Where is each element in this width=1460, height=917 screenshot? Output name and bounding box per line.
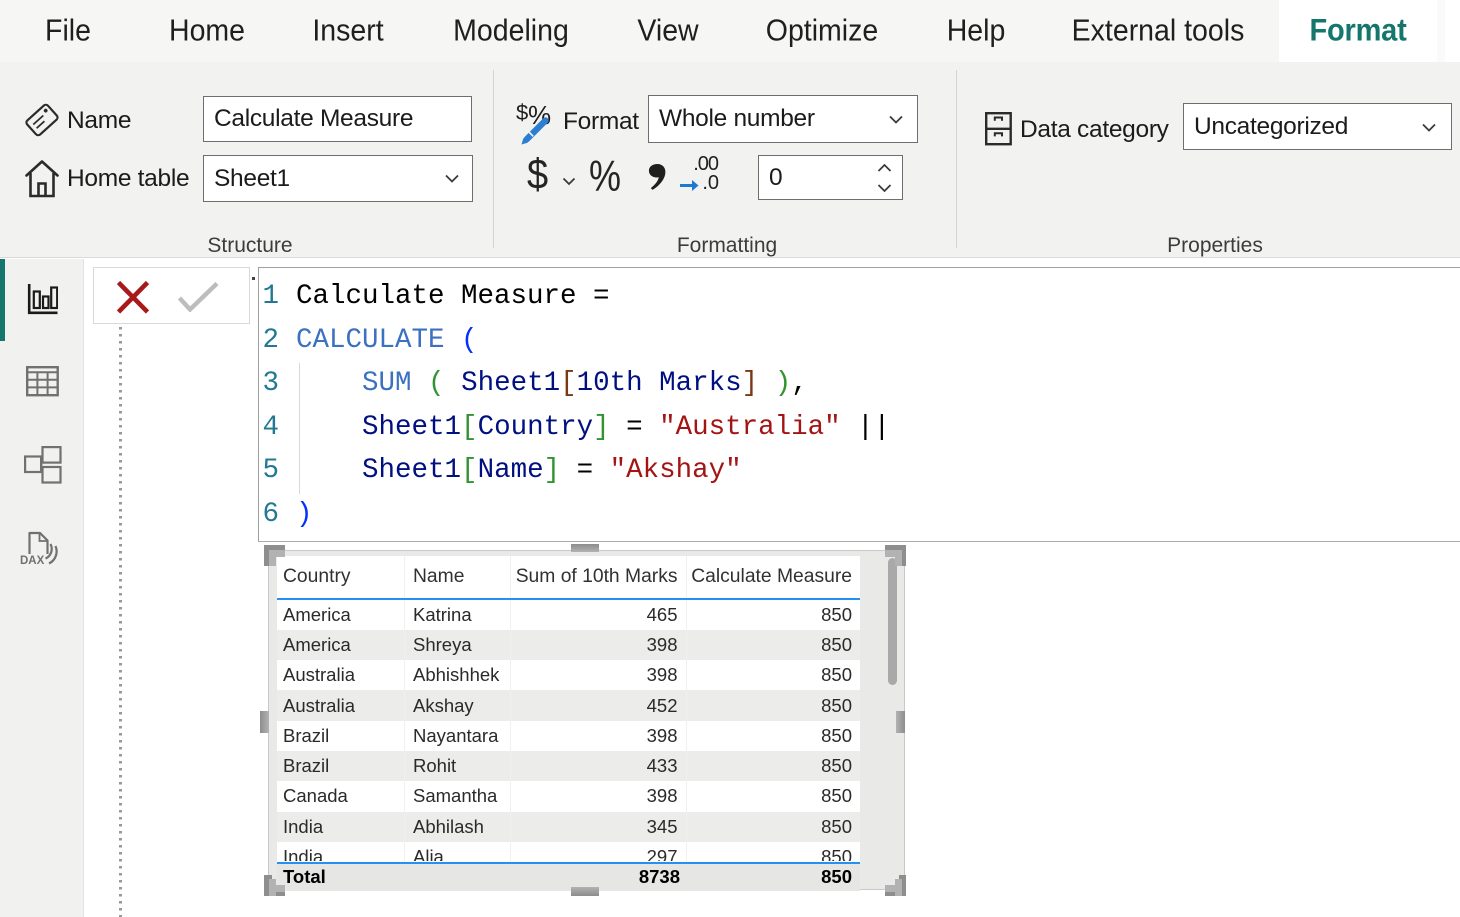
svg-text:DAX: DAX [20,555,45,567]
